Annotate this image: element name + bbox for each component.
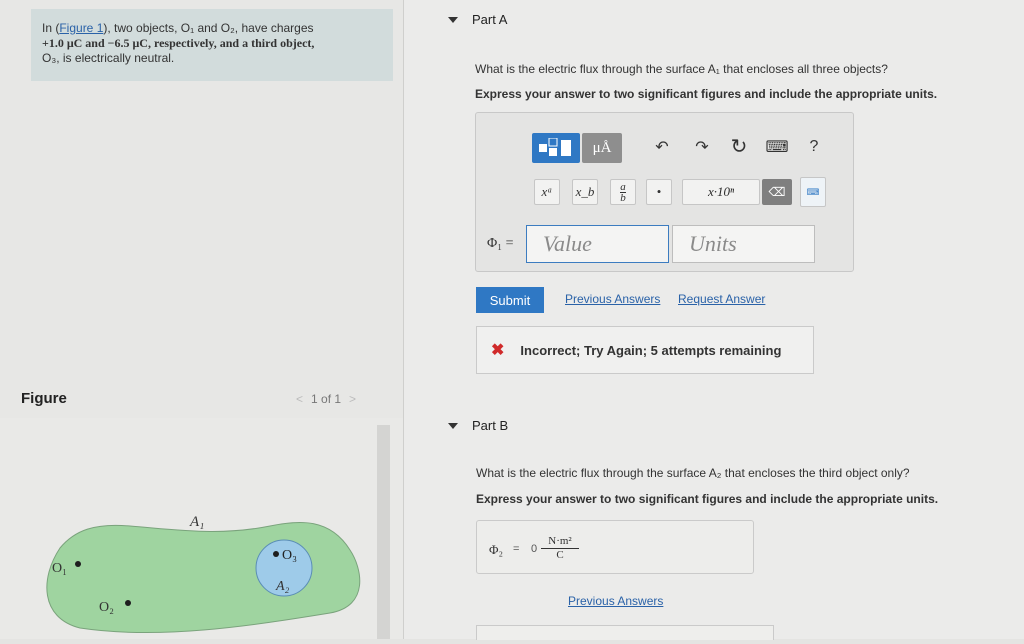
problem-intro: In (Figure 1), two objects, O₁ and O₂, h… <box>31 9 393 81</box>
collapse-caret-icon[interactable] <box>448 16 458 23</box>
phi1-label: Φ₁ = <box>487 236 514 251</box>
part-a-question: What is the electric flux through the su… <box>475 62 888 76</box>
part-b-previous-answers-link[interactable]: Previous Answers <box>568 594 663 608</box>
left-panel: In (Figure 1), two objects, O₁ and O₂, h… <box>0 0 404 639</box>
part-b-header[interactable]: Part B <box>448 418 508 433</box>
object-o1-dot <box>75 561 81 567</box>
fraction-num: a <box>620 180 626 193</box>
figure-canvas: A₁ O₁ O₂ O₃ A₂ <box>0 418 404 639</box>
figure-link[interactable]: Figure 1 <box>59 21 103 35</box>
superscript-button[interactable]: xᵃ <box>534 179 560 205</box>
figure-page-count: 1 of 1 <box>311 392 342 406</box>
fraction-den: b <box>620 191 626 204</box>
part-b-feedback-box <box>476 625 774 640</box>
feedback-message: ✖ Incorrect; Try Again; 5 attempts remai… <box>476 326 814 374</box>
part-b-submitted-answer: Φ₂ = 0 N·m² C <box>476 520 754 574</box>
keyboard-shortcuts-icon[interactable]: ⌨ <box>764 135 790 159</box>
subscript-button[interactable]: x_b <box>572 179 598 205</box>
redo-icon[interactable]: ↷ <box>692 135 712 159</box>
submit-button[interactable]: Submit <box>476 287 544 313</box>
value-input[interactable]: Value <box>526 225 669 263</box>
collapse-caret-icon[interactable] <box>448 422 458 429</box>
reset-icon[interactable]: ↻ <box>728 133 750 159</box>
intro-line3: O₃, is electrically neutral. <box>42 51 175 65</box>
label-a2: A₂ <box>275 579 290 594</box>
prev-figure-button[interactable]: < <box>296 392 303 406</box>
label-o3: O₃ <box>282 548 297 563</box>
label-o2: O₂ <box>99 600 114 615</box>
templates-button[interactable] <box>532 133 580 163</box>
intro-line2: +1.0 μC and −6.5 μC, respectively, and a… <box>42 36 315 50</box>
label-o1: O₁ <box>52 561 67 576</box>
part-a-instruction: Express your answer to two significant f… <box>475 87 938 101</box>
intro-line1: ), two objects, O₁ and O₂, have charges <box>103 21 314 35</box>
object-o3-dot <box>273 551 279 557</box>
phi2-label: Φ₂ <box>489 542 504 557</box>
units-input[interactable]: Units <box>672 225 815 263</box>
incorrect-icon: ✖ <box>491 342 505 359</box>
answer-value: 0 <box>531 543 538 555</box>
units-denominator: C <box>556 549 564 561</box>
keyboard-toggle-icon[interactable]: ⌨ <box>800 177 826 207</box>
units-numerator: N·m² <box>541 535 579 549</box>
undo-icon[interactable]: ↶ <box>652 135 672 159</box>
delete-icon[interactable]: ⌫ <box>762 179 792 205</box>
units-button[interactable]: μÅ <box>582 133 622 163</box>
intro-prefix: In ( <box>42 21 60 35</box>
object-o2-dot <box>125 600 131 606</box>
template-icon <box>539 138 571 156</box>
dot-button[interactable]: • <box>646 179 672 205</box>
figure-pager: < 1 of 1 > <box>296 392 356 406</box>
figure-scrollbar[interactable] <box>377 425 390 639</box>
scientific-notation-button[interactable]: x·10ⁿ <box>682 179 760 205</box>
part-a-title: Part A <box>472 12 508 27</box>
help-button[interactable]: ? <box>804 135 824 159</box>
gauss-surfaces-diagram: A₁ O₁ O₂ O₃ A₂ <box>46 514 361 634</box>
previous-answers-link[interactable]: Previous Answers <box>565 292 660 306</box>
part-b-question: What is the electric flux through the su… <box>476 466 910 480</box>
label-a1: A₁ <box>189 514 204 530</box>
figure-heading: Figure <box>21 390 67 407</box>
equals-sign: = <box>513 543 520 555</box>
fraction-button[interactable]: a b <box>610 179 636 205</box>
answer-units: N·m² C <box>541 535 579 561</box>
part-a-header[interactable]: Part A <box>448 12 507 27</box>
part-b-instruction: Express your answer to two significant f… <box>476 492 939 506</box>
request-answer-link[interactable]: Request Answer <box>678 292 765 306</box>
part-b-title: Part B <box>472 418 509 433</box>
feedback-text: Incorrect; Try Again; 5 attempts remaini… <box>520 342 782 358</box>
next-figure-button[interactable]: > <box>349 392 356 406</box>
surface-a1 <box>46 521 361 634</box>
